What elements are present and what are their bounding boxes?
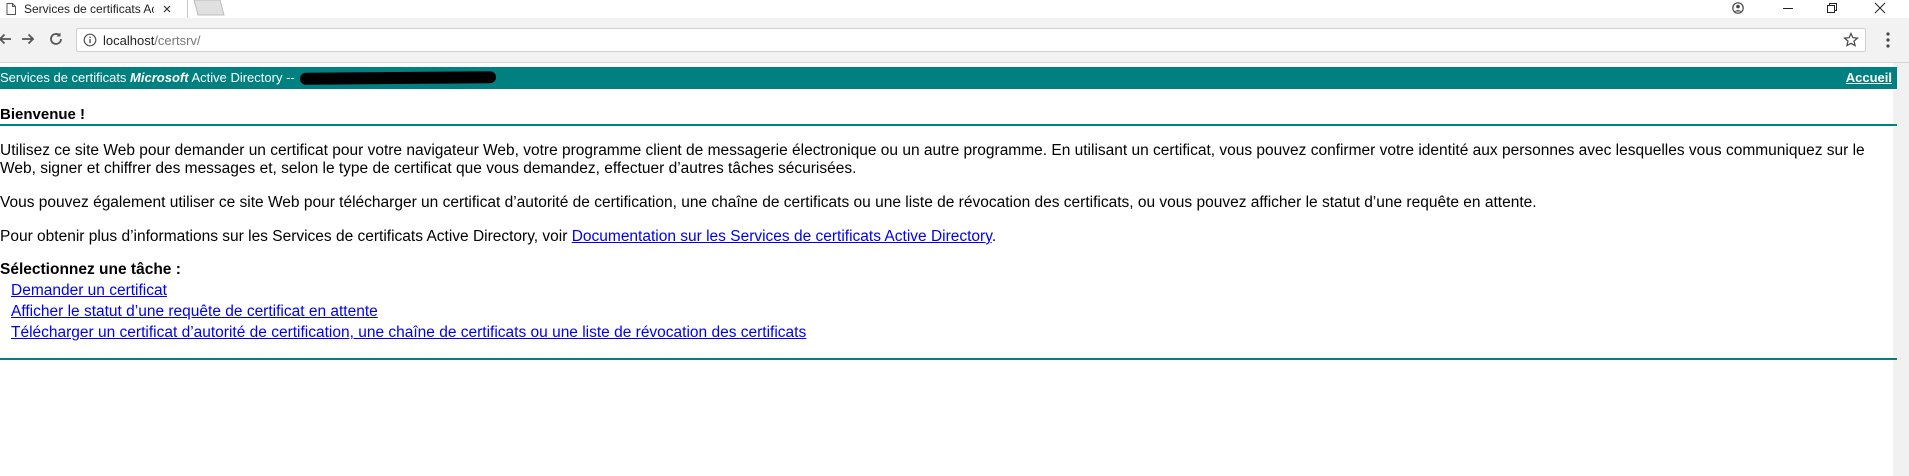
info-prefix: Pour obtenir plus d’informations sur les… [0, 228, 572, 245]
close-window-icon[interactable] [1860, 0, 1900, 16]
address-url: localhost/certsrv/ [103, 33, 201, 48]
download-ca-certificate-link[interactable]: Télécharger un certificat d’autorité de … [11, 324, 806, 341]
reload-icon[interactable] [45, 28, 67, 50]
url-path: /certsrv/ [154, 33, 201, 48]
back-arrow-icon[interactable] [0, 28, 16, 50]
info-suffix: . [991, 228, 997, 245]
browser-toolbar: localhost/certsrv/ [0, 18, 1909, 63]
intro-paragraph: Utilisez ce site Web pour demander un ce… [0, 142, 1865, 177]
info-paragraph: Pour obtenir plus d’informations sur les… [0, 228, 1897, 246]
pending-request-status-link[interactable]: Afficher le statut d’une requête de cert… [11, 303, 378, 320]
banner-brand: Services de certificats Microsoft Active… [0, 70, 295, 85]
url-host: localhost [103, 33, 155, 48]
restore-icon[interactable] [1812, 0, 1852, 16]
request-certificate-link[interactable]: Demander un certificat [11, 282, 167, 299]
close-icon[interactable] [159, 0, 175, 18]
bottom-divider [0, 358, 1897, 360]
documentation-link[interactable]: Documentation sur les Services de certif… [572, 228, 992, 245]
address-bar[interactable]: localhost/certsrv/ [76, 28, 1866, 52]
task-heading: Sélectionnez une tâche : [0, 261, 181, 278]
redacted-server-name [299, 71, 497, 85]
task-item: Afficher le statut d’une requête de cert… [11, 301, 806, 322]
page-banner: Services de certificats Microsoft Active… [0, 67, 1897, 89]
page-icon [6, 3, 16, 15]
profile-icon[interactable] [1718, 0, 1758, 16]
browser-tab[interactable]: Services de certificats Ac [0, 0, 188, 18]
brand-prefix: Services de certificats [0, 70, 131, 85]
browser-tab-strip: Services de certificats Ac [0, 0, 1909, 18]
kebab-menu-icon[interactable] [1885, 31, 1891, 49]
download-paragraph: Vous pouvez également utiliser ce site W… [0, 194, 1537, 211]
new-tab-button[interactable] [192, 0, 226, 16]
tab-title: Services de certificats Ac [24, 2, 154, 16]
top-divider [0, 124, 1897, 126]
task-item: Demander un certificat [11, 280, 806, 301]
brand-vendor: Microsoft [130, 70, 189, 85]
info-icon[interactable] [83, 33, 97, 47]
brand-suffix: Active Directory -- [188, 70, 295, 85]
star-icon[interactable] [1843, 32, 1859, 48]
minimize-icon[interactable] [1768, 0, 1808, 16]
forward-arrow-icon[interactable] [17, 28, 39, 50]
task-item: Télécharger un certificat d’autorité de … [11, 322, 806, 343]
task-list: Demander un certificat Afficher le statu… [11, 280, 806, 343]
home-link[interactable]: Accueil [1846, 70, 1892, 85]
page-title: Bienvenue ! [0, 106, 86, 123]
